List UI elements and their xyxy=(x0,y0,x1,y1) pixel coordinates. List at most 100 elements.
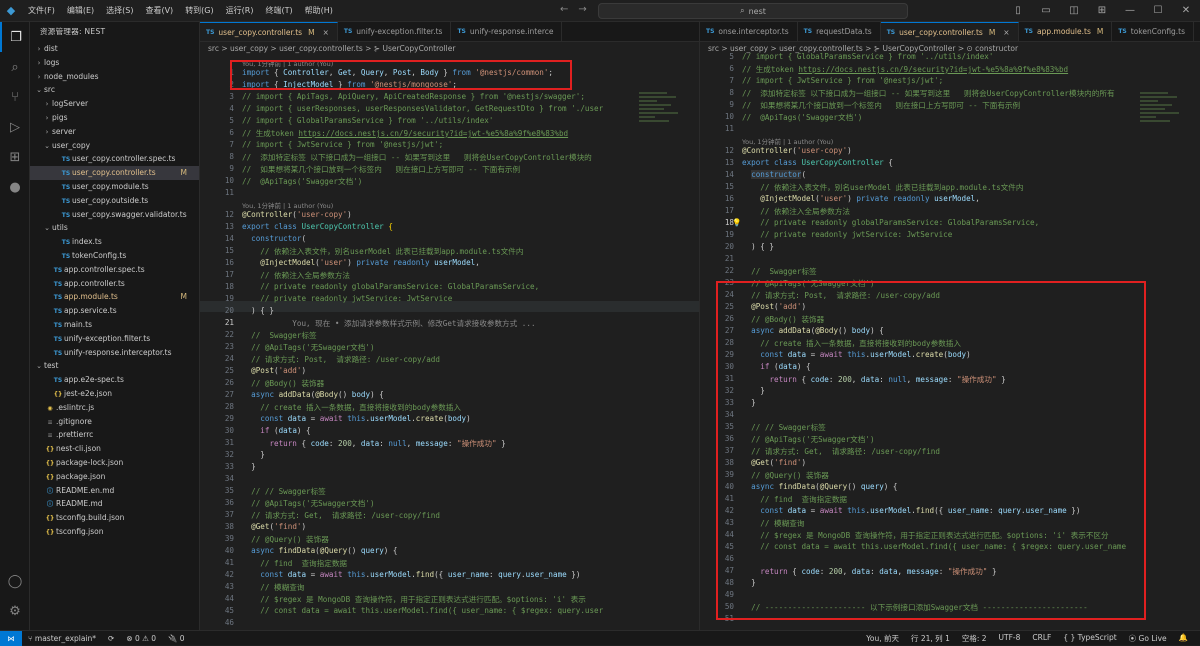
search-view-icon[interactable]: ⌕ xyxy=(0,52,30,82)
code-area-right[interactable]: 5// import { GlobalParamsService } from … xyxy=(700,52,1200,626)
tree-file[interactable]: {} tsconfig.build.json xyxy=(30,511,199,525)
problems-indicator[interactable]: ⊗ 0 ⚠ 0 xyxy=(120,634,162,643)
account-icon[interactable]: ◯ xyxy=(0,566,30,596)
editor-tab[interactable]: TS unify-exception.filter.ts xyxy=(338,22,452,41)
tree-file[interactable]: ≡ .gitignore xyxy=(30,415,199,429)
explorer-icon[interactable]: ❐ xyxy=(0,22,30,52)
editor-tab[interactable]: TS unify-response.interce xyxy=(451,22,563,41)
branch-indicator[interactable]: ⑂ master_explain* xyxy=(22,634,102,643)
chat-icon[interactable]: ● xyxy=(0,172,30,202)
menu-file[interactable]: 文件(F) xyxy=(22,0,61,22)
cursor-position[interactable]: 行 21, 列 1 xyxy=(905,633,956,644)
indentation[interactable]: 空格: 2 xyxy=(956,633,993,644)
tree-file[interactable]: TS user_copy.outside.ts xyxy=(30,194,199,208)
ts-file-icon: TS xyxy=(61,197,71,205)
minimap-right[interactable] xyxy=(1140,90,1186,630)
layout-split-icon[interactable]: ◫ xyxy=(1060,0,1088,22)
tree-item-label: unify-exception.filter.ts xyxy=(64,333,151,343)
notifications-bell-icon[interactable]: 🔔 xyxy=(1173,633,1194,644)
ports-indicator[interactable]: 🔌 0 xyxy=(162,634,191,643)
remote-icon[interactable]: ⋈ xyxy=(0,630,22,646)
minimize-icon[interactable]: — xyxy=(1116,0,1144,22)
settings-gear-icon[interactable]: ⚙ xyxy=(0,596,30,626)
codelens-class[interactable]: You, 1分钟前 | 1 author (You) xyxy=(242,200,333,210)
tree-folder[interactable]: › dist xyxy=(30,42,199,56)
forward-arrow-icon[interactable]: → xyxy=(578,4,586,15)
tree-file[interactable]: TS app.module.ts M xyxy=(30,290,199,304)
tree-item-label: user_copy.controller.ts xyxy=(72,168,156,178)
tree-folder[interactable]: › server xyxy=(30,125,199,139)
sync-icon[interactable]: ⟳ xyxy=(102,634,120,643)
close-tab-icon[interactable]: × xyxy=(1003,23,1009,42)
minimap-left[interactable] xyxy=(639,90,685,630)
editor-tab[interactable]: TS requestData.ts xyxy=(798,22,881,41)
tree-folder[interactable]: › pigs xyxy=(30,111,199,125)
tree-file[interactable]: ≡ .prettierrc xyxy=(30,428,199,442)
close-tab-icon[interactable]: × xyxy=(323,23,329,42)
tree-folder[interactable]: › logServer xyxy=(30,97,199,111)
tree-file[interactable]: TS app.controller.ts xyxy=(30,277,199,291)
tree-file[interactable]: ◉ .eslintrc.js xyxy=(30,401,199,415)
editor-tab[interactable]: TS user_copy.controller.ts M × xyxy=(880,22,1019,42)
run-debug-icon[interactable]: ▷ xyxy=(0,112,30,142)
tree-folder[interactable]: › node_modules xyxy=(30,70,199,84)
tree-folder[interactable]: ⌄ utils xyxy=(30,221,199,235)
editor-tab[interactable]: TS onse.interceptor.ts xyxy=(700,22,798,41)
tree-file[interactable]: TS main.ts xyxy=(30,318,199,332)
command-center-search[interactable]: ⌕ nest xyxy=(598,3,908,19)
menu-go[interactable]: 转到(G) xyxy=(179,0,219,22)
maximize-icon[interactable]: ☐ xyxy=(1144,0,1172,22)
layout-panel-icon[interactable]: ▭ xyxy=(1032,0,1060,22)
breadcrumb-left[interactable]: src > user_copy > user_copy.controller.t… xyxy=(200,42,699,56)
tree-file[interactable]: TS app.service.ts xyxy=(30,304,199,318)
back-arrow-icon[interactable]: ← xyxy=(560,4,568,15)
menu-run[interactable]: 运行(R) xyxy=(220,0,260,22)
go-live-button[interactable]: ⦿ Go Live xyxy=(1123,633,1173,644)
git-blame-status[interactable]: You, 前天 xyxy=(860,633,905,644)
tree-file[interactable]: {} package-lock.json xyxy=(30,456,199,470)
extensions-icon[interactable]: ⊞ xyxy=(0,142,30,172)
tree-file[interactable]: TS unify-exception.filter.ts xyxy=(30,332,199,346)
editor-tab[interactable]: TS user_copy.controller.ts M × xyxy=(200,22,338,42)
tree-folder[interactable]: ⌄ src xyxy=(30,83,199,97)
close-icon[interactable]: ✕ xyxy=(1172,0,1200,22)
tree-file[interactable]: TS user_copy.module.ts xyxy=(30,180,199,194)
menu-terminal[interactable]: 终端(T) xyxy=(259,0,298,22)
source-control-icon[interactable]: ⑂ xyxy=(0,82,30,112)
tree-file[interactable]: ⓘ README.en.md xyxy=(30,484,199,498)
tree-file[interactable]: TS unify-response.interceptor.ts xyxy=(30,346,199,360)
editor-tab[interactable]: TS app.module.ts M xyxy=(1019,22,1113,41)
tree-file[interactable]: TS user_copy.controller.ts M xyxy=(30,166,199,180)
tree-folder[interactable]: ⌄ test xyxy=(30,359,199,373)
tree-file[interactable]: {} nest-cli.json xyxy=(30,442,199,456)
tree-file[interactable]: TS index.ts xyxy=(30,235,199,249)
layout-custom-icon[interactable]: ⊞ xyxy=(1088,0,1116,22)
tree-folder[interactable]: › logs xyxy=(30,56,199,70)
menu-view[interactable]: 查看(V) xyxy=(139,0,179,22)
line-ending[interactable]: CRLF xyxy=(1026,633,1057,644)
tree-file[interactable]: TS tokenConfig.ts xyxy=(30,249,199,263)
menu-help[interactable]: 帮助(H) xyxy=(299,0,339,22)
tree-file[interactable]: {} package.json xyxy=(30,470,199,484)
language-mode[interactable]: { } TypeScript xyxy=(1057,633,1122,644)
tree-file[interactable]: TS app.e2e-spec.ts xyxy=(30,373,199,387)
tree-file[interactable]: ⓘ README.md xyxy=(30,497,199,511)
tree-item-label: app.service.ts xyxy=(64,306,117,316)
lightbulb-icon[interactable]: 💡 xyxy=(732,218,741,227)
layout-sidebar-icon[interactable]: ▯ xyxy=(1004,0,1032,22)
ts-file-icon: TS xyxy=(206,28,215,36)
tree-folder[interactable]: ⌄ user_copy xyxy=(30,139,199,153)
tree-item-label: node_modules xyxy=(44,71,99,81)
tree-file[interactable]: {} tsconfig.json xyxy=(30,525,199,539)
editor-tab[interactable]: TS tokenConfig.ts xyxy=(1112,22,1195,41)
encoding[interactable]: UTF-8 xyxy=(993,633,1027,644)
code-area-left[interactable]: You, 1分钟前 | 1 author (You) 1 import { Con… xyxy=(200,56,699,627)
menu-selection[interactable]: 选择(S) xyxy=(100,0,139,22)
codelens-class-right[interactable]: You, 1分钟前 | 1 author (You) xyxy=(742,136,833,146)
menu-edit[interactable]: 编辑(E) xyxy=(61,0,100,22)
tree-item-label: .gitignore xyxy=(56,416,92,426)
tree-file[interactable]: TS user_copy.controller.spec.ts xyxy=(30,152,199,166)
tree-file[interactable]: {} jest-e2e.json xyxy=(30,387,199,401)
tree-file[interactable]: TS app.controller.spec.ts xyxy=(30,263,199,277)
tree-file[interactable]: TS user_copy.swagger.validator.ts xyxy=(30,208,199,222)
